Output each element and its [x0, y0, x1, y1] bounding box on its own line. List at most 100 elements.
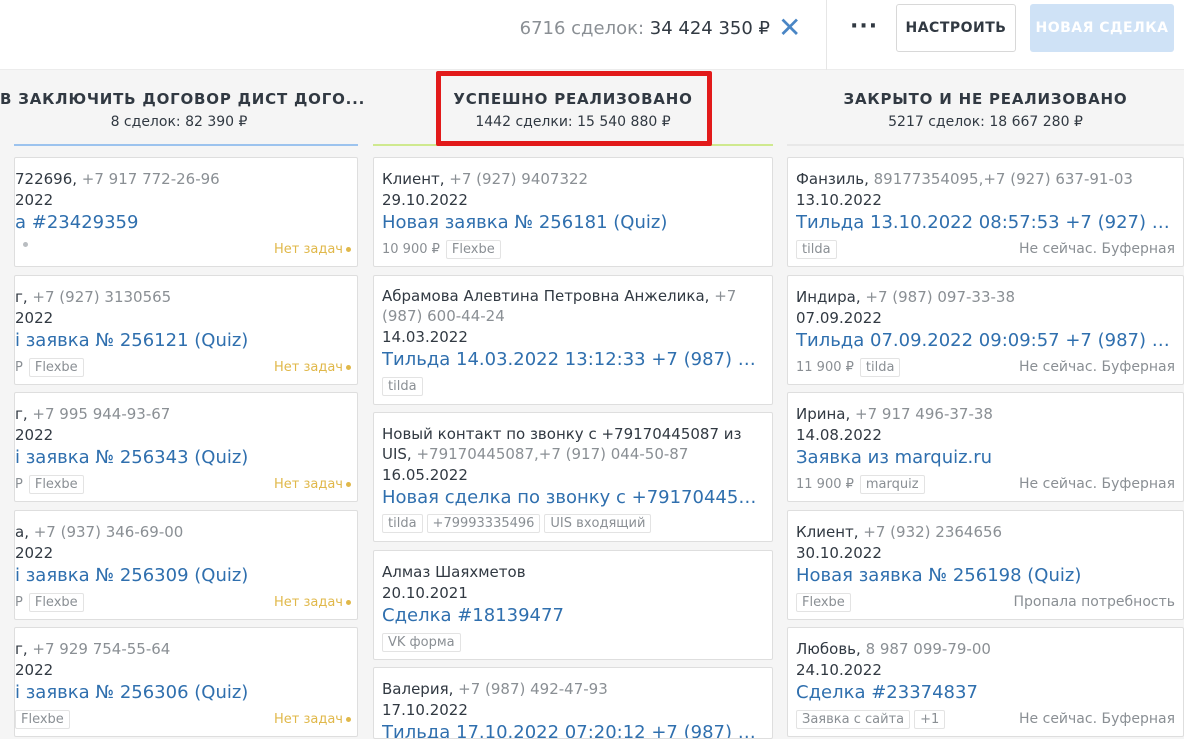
- column-title: ЗАКРЫТО И НЕ РЕАЛИЗОВАНО: [843, 90, 1128, 108]
- deal-tag[interactable]: Flexbe: [28, 593, 84, 612]
- deal-link[interactable]: Сделка #18139477: [382, 605, 764, 626]
- deals-summary: 6716 сделок: 34 424 350 ₽: [520, 18, 770, 39]
- deal-tag[interactable]: Flexbe: [28, 475, 84, 494]
- deal-tag[interactable]: +1: [914, 710, 946, 729]
- deal-link[interactable]: Тильда 14.03.2022 13:12:33 +7 (987) 600-…: [382, 349, 764, 370]
- deal-date: 14.08.2022: [796, 426, 882, 444]
- deal-price: Р: [15, 477, 23, 492]
- no-tasks-text: Нет задач: [274, 477, 343, 492]
- deal-card[interactable]: 722696, +7 917 772-26-96 2022 а #2342935…: [14, 157, 358, 267]
- deal-card[interactable]: Клиент, +7 (927) 9407322 29.10.2022 Нова…: [373, 157, 773, 267]
- deal-link[interactable]: Заявка из marquiz.ru: [796, 447, 1175, 468]
- no-tasks-text: Нет задач: [274, 595, 343, 610]
- no-tasks-text: Нет задач: [274, 712, 343, 727]
- deal-tag[interactable]: UIS входящий: [544, 514, 652, 533]
- deal-tag[interactable]: tilda: [859, 358, 901, 377]
- deal-link[interactable]: Сделка #23374837: [796, 682, 1175, 703]
- no-tasks-label[interactable]: Нет задач: [274, 712, 351, 727]
- task-dot-icon: [346, 482, 351, 487]
- deal-date: 2022: [15, 544, 54, 562]
- deal-date: 07.09.2022: [796, 309, 882, 327]
- contact-name: 722696,: [15, 170, 78, 188]
- deal-date: 17.10.2022: [382, 701, 468, 719]
- no-tasks-label[interactable]: Нет задач: [274, 477, 351, 492]
- deal-date: 24.10.2022: [796, 661, 882, 679]
- deal-date: 2022: [15, 661, 54, 679]
- deal-tag[interactable]: Flexbe: [15, 710, 70, 729]
- deals-sum: 34 424 350 ₽: [649, 18, 770, 39]
- deal-card[interactable]: а, +7 (937) 346-69-00 2022 і заявка № 25…: [14, 510, 358, 620]
- deal-link[interactable]: Новая сделка по звонку с +79170445087 из…: [382, 487, 764, 508]
- deal-card[interactable]: Любовь, 8 987 099-79-00 24.10.2022 Сделк…: [787, 627, 1184, 737]
- contact-name: г,: [15, 405, 28, 423]
- contact-name: Любовь,: [796, 640, 861, 658]
- deal-card[interactable]: г, +7 (927) 3130565 2022 і заявка № 2561…: [14, 275, 358, 385]
- deal-date: 2022: [15, 309, 54, 327]
- deal-card[interactable]: Клиент, +7 (932) 2364656 30.10.2022 Нова…: [787, 510, 1184, 620]
- contact-phone: +7 917 496-37-38: [850, 405, 993, 423]
- contact-name: г,: [15, 288, 28, 306]
- no-tasks-label[interactable]: Нет задач: [274, 242, 351, 257]
- deal-tag[interactable]: VK форма: [382, 633, 461, 652]
- contact-name: Фанзиль,: [796, 170, 869, 188]
- column-status-line: [14, 144, 358, 146]
- deal-tag[interactable]: tilda: [796, 240, 837, 259]
- deal-card[interactable]: Новый контакт по звонку с +79170445087 и…: [373, 412, 773, 542]
- contact-phone: +7 (987) 492-47-93: [453, 680, 608, 698]
- deal-card[interactable]: г, +7 929 754-55-64 2022 і заявка № 2563…: [14, 627, 358, 737]
- column-header-closed[interactable]: ЗАКРЫТО И НЕ РЕАЛИЗОВАНО 5217 сделок: 18…: [787, 70, 1184, 146]
- new-deal-button[interactable]: НОВАЯ СДЕЛКА: [1030, 4, 1174, 52]
- deal-link[interactable]: Новая заявка № 256181 (Quiz): [382, 212, 764, 233]
- contact-name: Клиент,: [796, 523, 859, 541]
- deal-card[interactable]: Индира, +7 (987) 097-33-38 07.09.2022 Ти…: [787, 275, 1184, 385]
- deal-date: 16.05.2022: [382, 466, 468, 484]
- deal-tag[interactable]: +79993335496: [426, 514, 541, 533]
- deal-link[interactable]: а #23429359: [15, 212, 349, 233]
- no-tasks-label[interactable]: Нет задач: [274, 595, 351, 610]
- deal-link[interactable]: Тильда 07.09.2022 09:09:57 +7 (987) 097-…: [796, 330, 1175, 351]
- column-status-line: [787, 144, 1184, 146]
- deal-date: 30.10.2022: [796, 544, 882, 562]
- contact-name: Абрамова Алевтина Петровна Анжелика,: [382, 287, 710, 305]
- deal-card[interactable]: Фанзиль, 89177354095,+7 (927) 637-91-03 …: [787, 157, 1184, 267]
- deal-link[interactable]: Новая заявка № 256198 (Quiz): [796, 565, 1175, 586]
- contact-phone: +7 (987) 097-33-38: [860, 288, 1016, 306]
- deal-card[interactable]: Абрамова Алевтина Петровна Анжелика, +7 …: [373, 275, 773, 405]
- deal-tag[interactable]: Flexbe: [445, 240, 501, 259]
- close-icon[interactable]: ✕: [778, 14, 801, 42]
- deal-link[interactable]: і заявка № 256306 (Quiz): [15, 682, 349, 703]
- deal-tag[interactable]: Flexbe: [28, 358, 84, 377]
- deal-tag[interactable]: marquiz: [859, 475, 925, 494]
- deal-tag[interactable]: Заявка с сайта: [796, 710, 911, 729]
- task-dot-icon: [346, 600, 351, 605]
- contact-phone: +79170445087,+7 (917) 044-50-87: [411, 445, 689, 463]
- deal-date: 13.10.2022: [796, 191, 882, 209]
- deal-link[interactable]: Тильда 13.10.2022 08:57:53 +7 (927) 637-…: [796, 212, 1175, 233]
- no-tasks-label[interactable]: Нет задач: [274, 360, 351, 375]
- no-tasks-text: Нет задач: [274, 242, 343, 257]
- more-dots-icon[interactable]: ···: [850, 14, 878, 39]
- deal-price: 11 900 ₽: [796, 360, 854, 375]
- deal-link[interactable]: Тильда 17.10.2022 07:20:12 +7 (987) 492-…: [382, 722, 764, 738]
- deal-tag[interactable]: Flexbe: [796, 593, 851, 612]
- contact-name: а,: [15, 523, 29, 541]
- deal-card[interactable]: Валерия, +7 (987) 492-47-93 17.10.2022 Т…: [373, 667, 773, 739]
- column-summary: 8 сделок: 82 390 ₽: [110, 114, 248, 130]
- setup-button[interactable]: НАСТРОИТЬ: [896, 4, 1016, 52]
- deal-link[interactable]: і заявка № 256343 (Quiz): [15, 447, 349, 468]
- deal-link[interactable]: і заявка № 256309 (Quiz): [15, 565, 349, 586]
- deal-link[interactable]: і заявка № 256121 (Quiz): [15, 330, 349, 351]
- deal-card[interactable]: г, +7 995 944-93-67 2022 і заявка № 2563…: [14, 392, 358, 502]
- deal-tag[interactable]: tilda: [382, 514, 423, 533]
- contact-phone: 8 987 099-79-00: [860, 640, 991, 658]
- deal-card[interactable]: Ирина, +7 917 496-37-38 14.08.2022 Заявк…: [787, 392, 1184, 502]
- column-header-contract[interactable]: В ЗАКЛЮЧИТЬ ДОГОВОР ДИСТ ДОГО... 8 сдело…: [0, 70, 364, 146]
- no-tasks-text: Нет задач: [274, 360, 343, 375]
- contact-name: Алмаз Шаяхметов: [382, 563, 526, 581]
- contact-phone: +7 (937) 346-69-00: [28, 523, 184, 541]
- deal-tag[interactable]: tilda: [382, 377, 423, 396]
- contact-name: Ирина,: [796, 405, 851, 423]
- deal-card[interactable]: Алмаз Шаяхметов 20.10.2021 Сделка #18139…: [373, 550, 773, 660]
- deal-date: 2022: [15, 426, 54, 444]
- contact-phone: +7 929 754-55-64: [27, 640, 171, 658]
